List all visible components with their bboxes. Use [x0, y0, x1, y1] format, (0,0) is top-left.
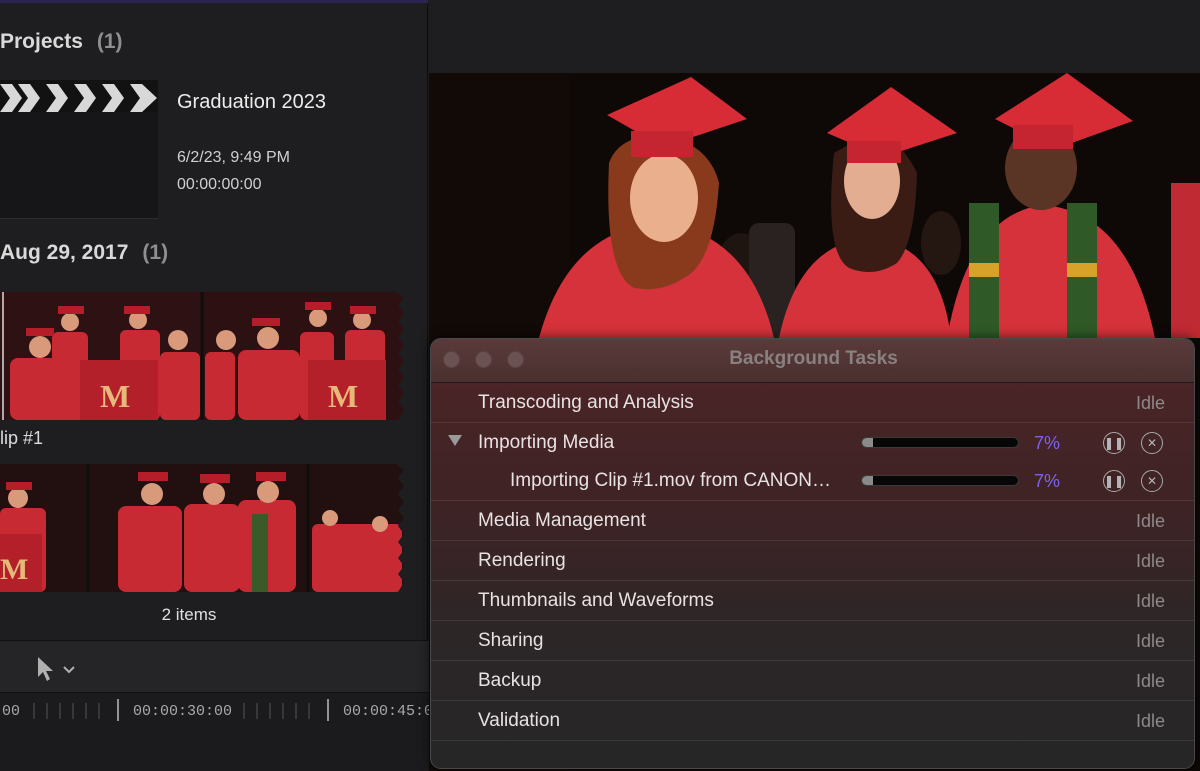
task-label: Validation: [478, 710, 561, 731]
task-row-thumbnails[interactable]: Thumbnails and Waveforms Idle: [431, 581, 1194, 621]
task-row-importing-media[interactable]: Importing Media 7% ❚❚ ✕: [431, 423, 1194, 463]
window-title: Background Tasks: [729, 348, 898, 369]
task-row-transcoding[interactable]: Transcoding and Analysis Idle: [431, 383, 1194, 423]
event-count: (1): [142, 241, 169, 264]
task-status: Idle: [1135, 511, 1165, 531]
task-label: Transcoding and Analysis: [478, 392, 694, 413]
progress-percent: 7%: [1034, 471, 1061, 491]
task-row-validation[interactable]: Validation Idle: [431, 701, 1194, 741]
task-status: Idle: [1135, 551, 1165, 571]
task-row-sharing[interactable]: Sharing Idle: [431, 621, 1194, 661]
projects-heading: Projects: [0, 30, 83, 53]
task-row-rendering[interactable]: Rendering Idle: [431, 541, 1194, 581]
project-duration: 00:00:00:00: [177, 176, 262, 193]
progress-bar: [861, 475, 1019, 486]
clip-name-label[interactable]: lip #1: [0, 428, 43, 449]
task-label: Backup: [478, 670, 542, 691]
timecode-label: 00: [2, 703, 21, 720]
timeline-ruler[interactable]: 00 00:00:30:00 00:00:45:0: [0, 692, 434, 771]
progress-percent: 7%: [1034, 433, 1061, 453]
chevron-down-icon: [63, 666, 75, 674]
svg-text:M: M: [0, 553, 28, 586]
browser-top-accent: [0, 0, 428, 3]
svg-text:M: M: [328, 378, 358, 414]
timecode-label: 00:00:45:0: [343, 703, 434, 720]
clip-thumbnail-frames-2: M: [0, 464, 404, 592]
task-label: Media Management: [478, 510, 646, 531]
items-count: 2 items: [161, 605, 217, 624]
task-status: Idle: [1135, 591, 1165, 611]
progress-fill: [862, 476, 873, 485]
progress-fill: [862, 438, 873, 447]
progress-bar: [861, 437, 1019, 448]
projects-section-header[interactable]: Projects (1): [0, 30, 123, 54]
clip-filmstrip-continued[interactable]: M: [0, 464, 404, 592]
timeline-toolbar: [0, 640, 432, 692]
task-list: Transcoding and Analysis Idle Importing …: [431, 383, 1194, 768]
projects-count: (1): [96, 30, 123, 53]
task-status: Idle: [1135, 631, 1165, 651]
clapperboard-icon: [0, 80, 158, 218]
background-tasks-window: Background Tasks Transcoding and Analysi…: [430, 338, 1195, 769]
window-titlebar[interactable]: Background Tasks: [431, 339, 1194, 383]
project-title[interactable]: Graduation 2023: [177, 91, 326, 114]
project-date: 6/2/23, 9:49 PM: [177, 149, 290, 166]
clip-filmstrip[interactable]: M M: [0, 292, 404, 420]
cancel-icon: ✕: [1146, 436, 1158, 450]
timecode-label: 00:00:30:00: [133, 703, 233, 720]
pause-icon: ❚❚: [1103, 474, 1125, 488]
project-thumbnail[interactable]: [0, 80, 158, 219]
task-status: Idle: [1135, 711, 1165, 731]
cancel-button[interactable]: ✕: [1141, 432, 1163, 454]
pointer-arrow-icon: [38, 657, 53, 681]
library-browser: Projects (1) Graduation 2023 6/2/23, 9:49…: [0, 0, 428, 640]
task-row-backup[interactable]: Backup Idle: [431, 661, 1194, 701]
task-label: Importing Media: [478, 432, 615, 453]
event-heading: Aug 29, 2017: [0, 241, 129, 264]
viewer-header: [429, 0, 1200, 73]
task-status: Idle: [1135, 671, 1165, 691]
cancel-icon: ✕: [1146, 474, 1158, 488]
clip-thumbnail-frames: M M: [0, 292, 404, 420]
task-row-media-management[interactable]: Media Management Idle: [431, 501, 1194, 541]
svg-text:M: M: [100, 378, 130, 414]
task-label: Rendering: [478, 550, 566, 571]
pause-button[interactable]: ❚❚: [1103, 470, 1125, 492]
task-label: Sharing: [478, 630, 544, 651]
task-row-importing-clip[interactable]: Importing Clip #1.mov from CANON… 7% ❚❚ …: [431, 461, 1194, 501]
pause-icon: ❚❚: [1103, 436, 1125, 450]
cancel-button[interactable]: ✕: [1141, 470, 1163, 492]
disclosure-triangle-icon[interactable]: [448, 435, 462, 446]
event-section-header[interactable]: Aug 29, 2017 (1): [0, 241, 168, 265]
pause-button[interactable]: ❚❚: [1103, 432, 1125, 454]
task-label: Importing Clip #1.mov from CANON…: [510, 470, 831, 491]
task-label: Thumbnails and Waveforms: [478, 590, 714, 611]
task-status: Idle: [1135, 393, 1165, 413]
tool-selector-button[interactable]: [34, 655, 82, 683]
row-divider: [431, 740, 1194, 741]
